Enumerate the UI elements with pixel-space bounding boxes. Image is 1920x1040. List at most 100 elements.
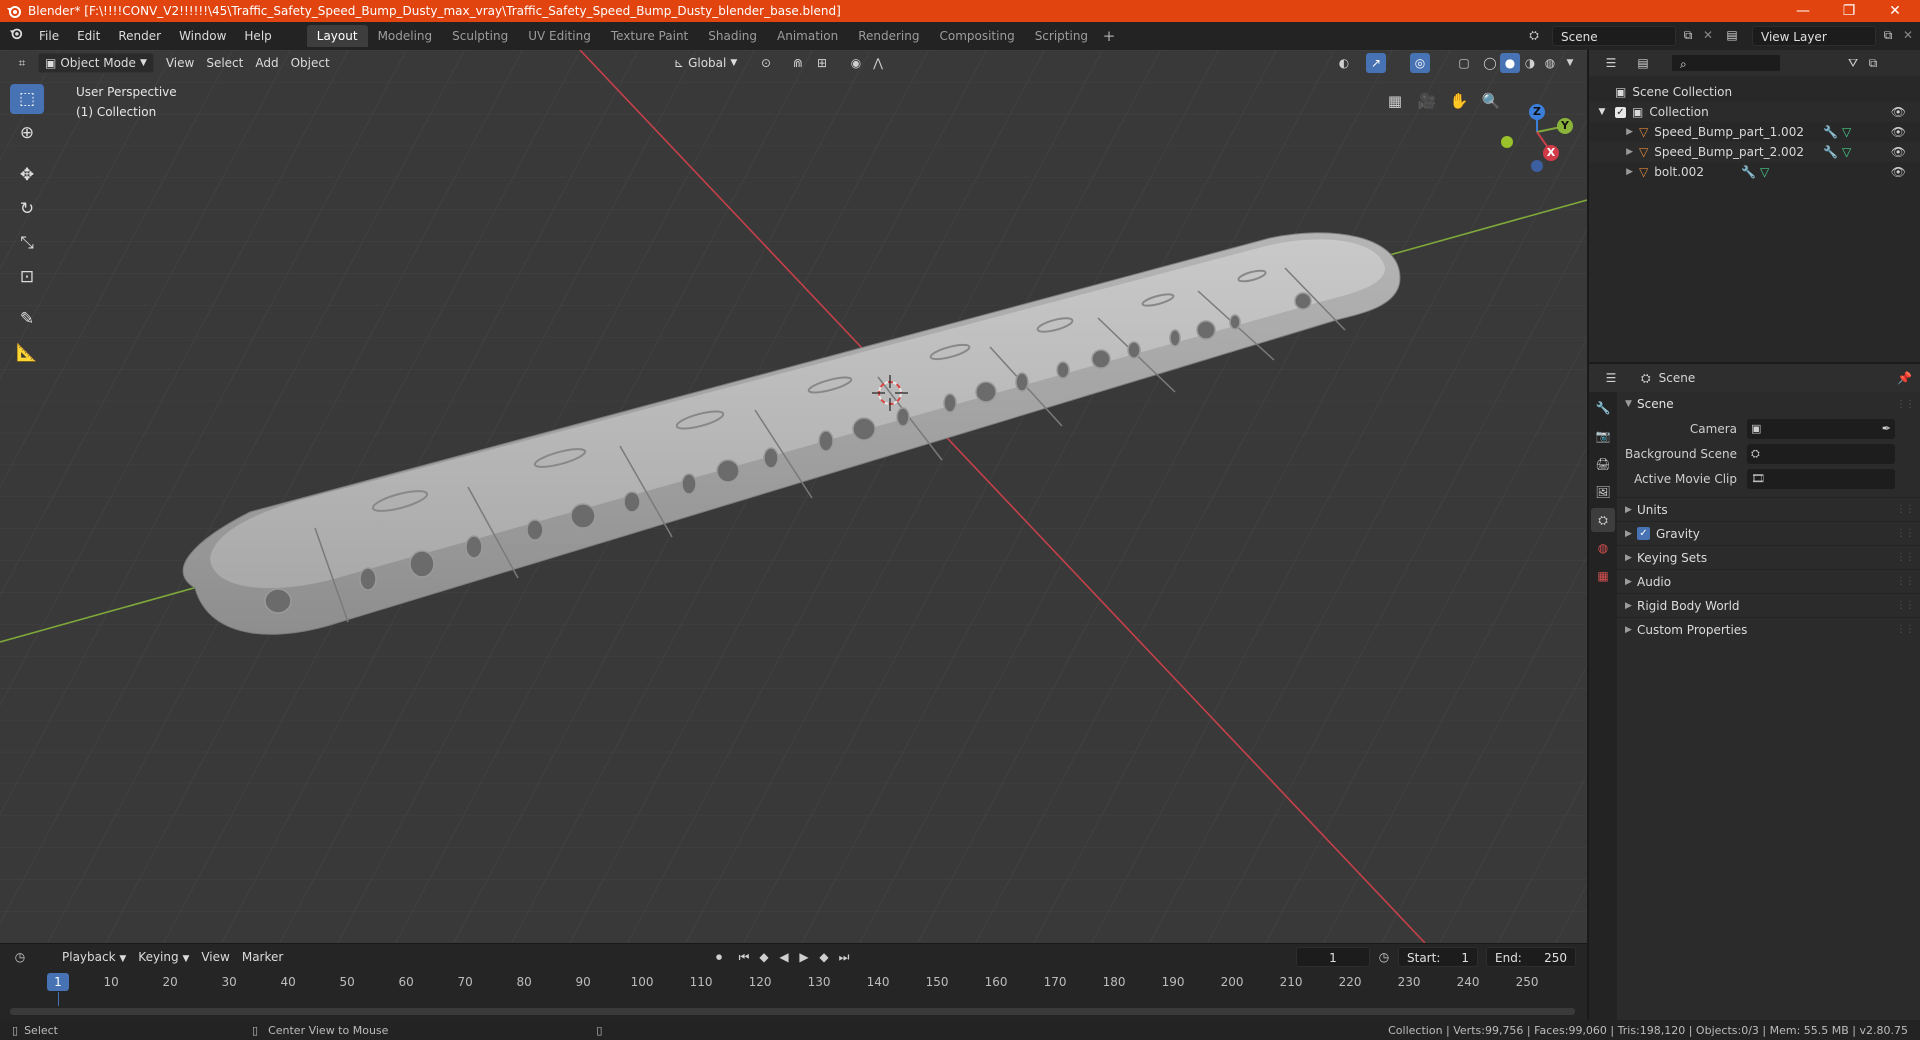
view-layer-browse-icon[interactable]: ▤ xyxy=(1722,25,1742,45)
transform-tool[interactable]: ⊡ xyxy=(10,262,44,292)
end-frame-field[interactable]: End: 250 xyxy=(1486,947,1576,967)
panel-grip-icon[interactable]: ⋮⋮ xyxy=(1896,399,1915,410)
menu-window[interactable]: Window xyxy=(170,25,235,47)
modifier-wrench-icon[interactable]: 🔧 xyxy=(1823,125,1838,139)
tab-animation[interactable]: Animation xyxy=(767,25,848,47)
tab-scene[interactable]: ⛭ xyxy=(1591,508,1615,532)
solid-shading-icon[interactable]: ● xyxy=(1500,53,1520,73)
panel-grip-icon[interactable]: ⋮⋮ xyxy=(1896,552,1915,563)
timeline-menu-keying[interactable]: Keying ▼ xyxy=(132,947,195,967)
tab-render[interactable]: 📷 xyxy=(1591,424,1615,448)
properties-editor-type-icon[interactable]: ☰ xyxy=(1601,368,1621,388)
scale-tool[interactable]: ⤡ xyxy=(10,228,44,258)
tab-modeling[interactable]: Modeling xyxy=(368,25,443,47)
tab-view-layer[interactable]: 🖼 xyxy=(1591,480,1615,504)
xray-toggle-icon[interactable]: ▢ xyxy=(1454,53,1474,73)
eye-icon[interactable]: 👁 xyxy=(1891,145,1906,159)
rendered-shading-icon[interactable]: ◍ xyxy=(1540,53,1560,73)
outliner-row-collection[interactable]: ▼ ✓ ▣ Collection 👁 xyxy=(1589,102,1920,122)
shading-options-chevron-icon[interactable]: ▼ xyxy=(1560,53,1580,73)
tab-texture[interactable]: ▦ xyxy=(1591,564,1615,588)
panel-grip-icon[interactable]: ⋮⋮ xyxy=(1896,504,1915,515)
tab-tool[interactable]: 🔧 xyxy=(1591,396,1615,420)
material-shading-icon[interactable]: ◑ xyxy=(1520,53,1540,73)
select-box-tool[interactable]: ⬚ xyxy=(10,84,44,114)
snap-icon[interactable]: ⋒ xyxy=(788,53,808,73)
jump-end-icon[interactable]: ⏭ xyxy=(834,947,854,967)
tab-output[interactable]: 🖨 xyxy=(1591,452,1615,476)
visibility-icon[interactable]: ◐ xyxy=(1334,53,1354,73)
pan-hand-icon[interactable]: ✋ xyxy=(1446,88,1472,114)
eye-icon[interactable]: 👁 xyxy=(1891,105,1906,119)
new-view-layer-icon[interactable]: ⧉ xyxy=(1878,25,1898,45)
proportional-edit-icon[interactable]: ◉ xyxy=(846,53,866,73)
timeline-scrollbar[interactable] xyxy=(10,1008,1575,1015)
panel-grip-icon[interactable]: ⋮⋮ xyxy=(1896,624,1915,635)
mode-selector[interactable]: ▣ Object Mode ▼ xyxy=(38,53,154,73)
jump-start-icon[interactable]: ⏮ xyxy=(734,947,754,967)
outliner-search-input[interactable]: ⌕ xyxy=(1671,54,1781,72)
snap-target-icon[interactable]: ⊞ xyxy=(812,53,832,73)
menu-help[interactable]: Help xyxy=(235,25,280,47)
timeline-ruler[interactable]: 1 10 20 30 40 50 60 70 80 90 100 110 120 130 140 150 16… xyxy=(0,972,1587,992)
timeline-editor-type-icon[interactable]: ◷ xyxy=(10,947,30,967)
start-frame-field[interactable]: Start: 1 xyxy=(1398,947,1478,967)
custom-properties-panel-header[interactable]: ▶ Custom Properties ⋮⋮ xyxy=(1617,617,1920,641)
new-scene-icon[interactable]: ⧉ xyxy=(1678,25,1698,45)
viewport-menu-object[interactable]: Object xyxy=(285,53,336,73)
panel-grip-icon[interactable]: ⋮⋮ xyxy=(1896,528,1915,539)
mesh-data-icon[interactable]: ▽ xyxy=(1842,125,1851,139)
tab-scripting[interactable]: Scripting xyxy=(1025,25,1098,47)
keying-sets-panel-header[interactable]: ▶ Keying Sets ⋮⋮ xyxy=(1617,545,1920,569)
record-icon[interactable]: ⏺ xyxy=(709,947,729,967)
viewport-menu-add[interactable]: Add xyxy=(249,53,284,73)
camera-field[interactable]: ▣ ✒ xyxy=(1747,418,1895,439)
restore-button[interactable]: ❐ xyxy=(1826,0,1872,22)
minimize-button[interactable]: — xyxy=(1780,0,1826,22)
panel-grip-icon[interactable]: ⋮⋮ xyxy=(1896,600,1915,611)
scene-panel-header[interactable]: ▼ Scene ⋮⋮ xyxy=(1617,392,1920,416)
preview-range-clock-icon[interactable]: ◷ xyxy=(1374,947,1394,967)
play-icon[interactable]: ▶ xyxy=(794,947,814,967)
audio-panel-header[interactable]: ▶ Audio ⋮⋮ xyxy=(1617,569,1920,593)
annotate-tool[interactable]: ✎ xyxy=(10,304,44,334)
scene-name-field[interactable]: Scene xyxy=(1552,26,1676,46)
gravity-panel-header[interactable]: ▶ ✓ Gravity ⋮⋮ xyxy=(1617,521,1920,545)
menu-render[interactable]: Render xyxy=(109,25,170,47)
rotate-tool[interactable]: ↻ xyxy=(10,194,44,224)
timeline-menu-view[interactable]: View xyxy=(195,947,235,967)
expand-triangle-icon[interactable]: ▶ xyxy=(1589,127,1639,137)
editor-type-icon[interactable]: ⌗ xyxy=(12,53,32,73)
eyedropper-icon[interactable]: ✒ xyxy=(1882,422,1891,435)
collection-enable-checkbox[interactable]: ✓ xyxy=(1615,106,1626,118)
pivot-point-icon[interactable]: ⊙ xyxy=(756,53,776,73)
timeline-menu-playback[interactable]: Playback ▼ xyxy=(56,947,132,967)
tab-uv-editing[interactable]: UV Editing xyxy=(518,25,601,47)
menu-edit[interactable]: Edit xyxy=(68,25,109,47)
cursor-tool[interactable]: ⊕ xyxy=(10,118,44,148)
tab-compositing[interactable]: Compositing xyxy=(929,25,1024,47)
toggle-grid-view-icon[interactable]: ▦ xyxy=(1382,88,1408,114)
tab-layout[interactable]: Layout xyxy=(306,25,368,47)
background-scene-field[interactable]: ⛭ xyxy=(1747,443,1895,464)
units-panel-header[interactable]: ▶ Units ⋮⋮ xyxy=(1617,497,1920,521)
tab-shading[interactable]: Shading xyxy=(698,25,767,47)
gizmo-toggle-icon[interactable]: ↗ xyxy=(1366,53,1386,73)
expand-triangle-icon[interactable]: ▶ xyxy=(1589,147,1639,157)
measure-tool[interactable]: 📐 xyxy=(10,338,44,368)
panel-grip-icon[interactable]: ⋮⋮ xyxy=(1896,576,1915,587)
display-mode-icon[interactable]: ▤ xyxy=(1633,53,1653,73)
transform-orientation-dropdown[interactable]: ⊾ Global ▼ xyxy=(668,53,743,73)
outliner-row-object[interactable]: ▶ ▽ Speed_Bump_part_2.002 🔧 ▽ 👁 xyxy=(1589,142,1920,162)
viewport-menu-select[interactable]: Select xyxy=(200,53,249,73)
outliner-row-object[interactable]: ▶ ▽ bolt.002 🔧 ▽ 👁 xyxy=(1589,162,1920,182)
falloff-icon[interactable]: ⋀ xyxy=(868,53,888,73)
modifier-wrench-icon[interactable]: 🔧 xyxy=(1741,165,1756,179)
timeline-menu-marker[interactable]: Marker xyxy=(236,947,289,967)
pin-icon[interactable]: 📌 xyxy=(1897,371,1912,385)
prev-keyframe-icon[interactable]: ◆ xyxy=(754,947,774,967)
view-layer-name-field[interactable]: View Layer xyxy=(1752,26,1876,46)
zoom-icon[interactable]: 🔍 xyxy=(1478,88,1504,114)
next-keyframe-icon[interactable]: ◆ xyxy=(814,947,834,967)
outliner-row-scene-collection[interactable]: ▣ Scene Collection xyxy=(1589,82,1920,102)
